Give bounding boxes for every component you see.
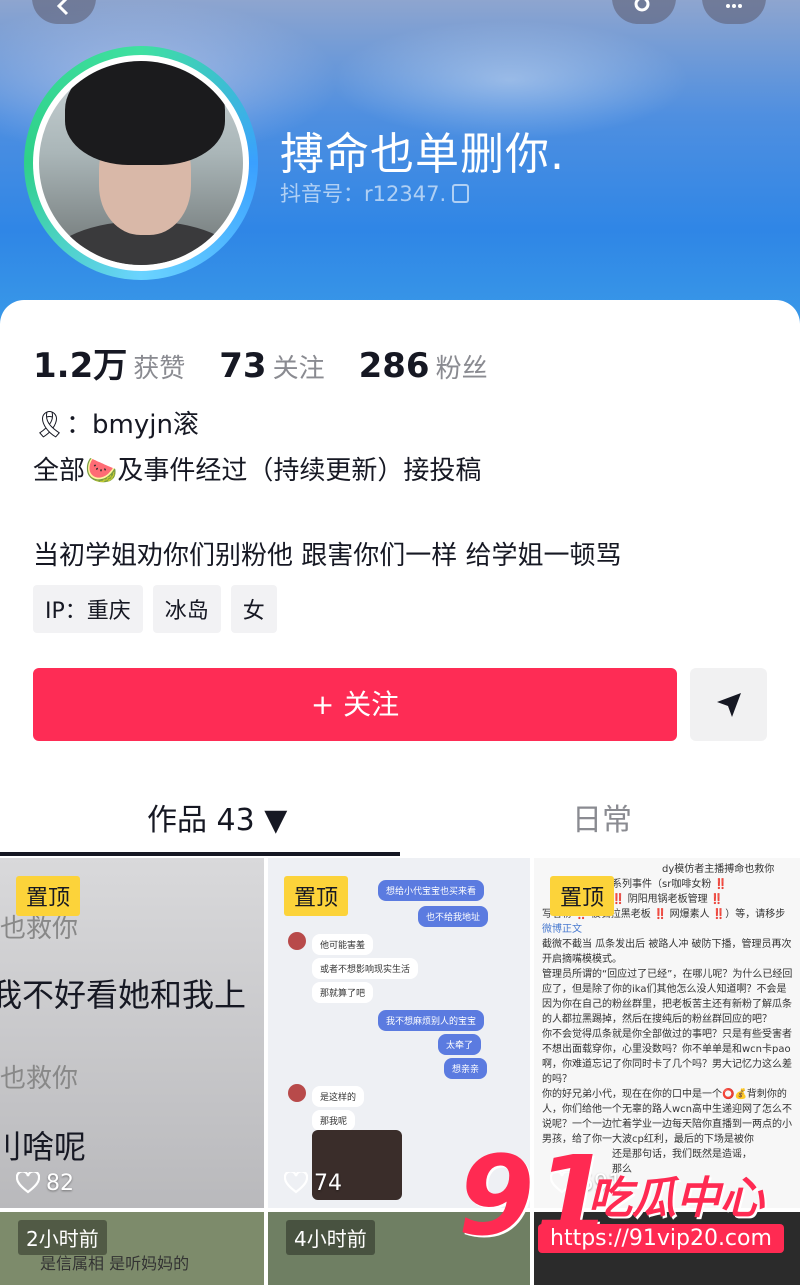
username: 搏命也单删你. xyxy=(280,129,565,180)
douyin-id-text: 抖音号：r12347. xyxy=(280,182,447,206)
heart-icon xyxy=(15,1170,41,1194)
copy-icon[interactable] xyxy=(452,184,470,203)
follow-button[interactable]: + 关注 xyxy=(33,668,677,741)
tab-works[interactable]: 作品 43 ▼ xyxy=(147,795,287,839)
likes-count[interactable]: 1.2万 获赞 xyxy=(33,346,219,386)
video-tile[interactable]: 也救你 我不好看她和我上 也救你 刂啥呢 置顶 82 xyxy=(0,858,264,1208)
search-button[interactable] xyxy=(612,0,676,24)
profile-tags: IP：重庆 冰岛女 xyxy=(33,585,287,633)
send-message-button[interactable] xyxy=(690,668,767,741)
avatar-ring xyxy=(24,46,258,280)
followers-count[interactable]: 286 粉丝 xyxy=(359,346,522,386)
watermark-logo: 91 吃瓜中心 https://91vip20.com xyxy=(458,1132,788,1270)
following-count[interactable]: 73 关注 xyxy=(219,346,358,386)
more-button[interactable] xyxy=(702,0,766,24)
profile-header-background: 搏命也单删你. 抖音号：r12347. xyxy=(0,0,800,330)
douyin-id[interactable]: 抖音号：r12347. xyxy=(280,178,470,208)
like-count: 82 xyxy=(15,1170,74,1196)
bio-line-2: 全部🍉及事件经过（持续更新）接投稿 xyxy=(33,456,482,486)
pinned-badge: 置顶 xyxy=(550,876,615,916)
avatar[interactable] xyxy=(39,61,243,265)
bio-line-1: 🎗：bmyjn滚 xyxy=(33,410,199,440)
tag-gender: 女 xyxy=(230,585,277,633)
video-caption: 是信属相 是听妈妈的 xyxy=(40,1254,190,1273)
heart-icon xyxy=(283,1170,309,1194)
tag-zodiac: 冰岛 xyxy=(152,585,221,633)
tag-ip: IP：重庆 xyxy=(33,585,143,633)
stats-row: 1.2万 获赞 73 关注 286 粉丝 xyxy=(33,338,522,387)
bio-line-3: 当初学姐劝你们别粉他 跟害你们一样 给学姐一顿骂 xyxy=(33,541,622,571)
tab-indicator xyxy=(0,852,400,856)
send-icon xyxy=(717,693,741,717)
pinned-badge: 置顶 xyxy=(284,876,349,916)
video-tile[interactable]: 2小时前 是信属相 是听妈妈的 xyxy=(0,1212,264,1285)
tab-daily[interactable]: 日常 xyxy=(572,795,632,839)
like-count: 74 xyxy=(283,1170,342,1196)
pinned-badge: 置顶 xyxy=(16,876,81,916)
post-time: 4小时前 xyxy=(286,1220,375,1255)
